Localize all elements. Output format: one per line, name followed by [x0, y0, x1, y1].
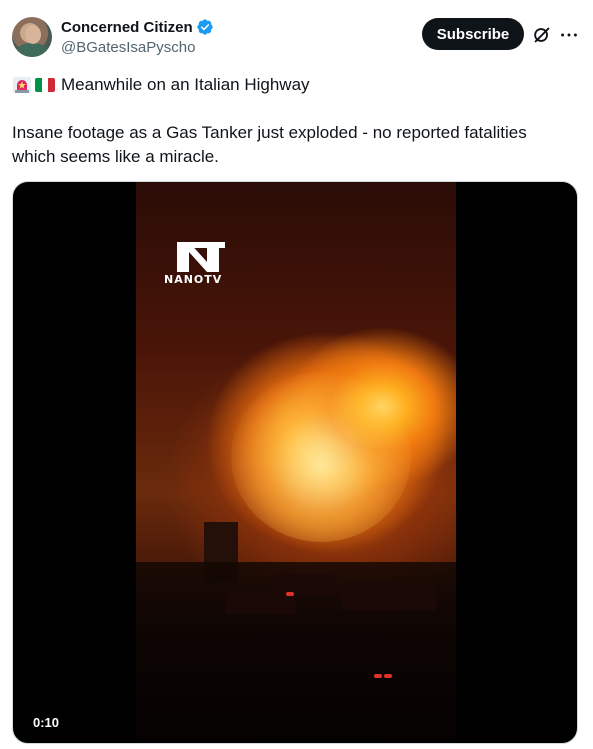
grok-icon[interactable] — [531, 24, 553, 46]
nanotv-label: NANOTV — [164, 273, 223, 286]
video-frame[interactable]: NANOTV — [136, 182, 456, 743]
fireball — [231, 372, 411, 542]
video-player[interactable]: NANOTV 0:10 — [12, 181, 578, 744]
verified-badge-icon — [197, 19, 213, 35]
author-name-row: Concerned Citizen — [61, 18, 214, 36]
author-name[interactable]: Concerned Citizen — [61, 19, 193, 36]
post-header: Concerned Citizen @BGatesIsaPyscho Subsc… — [0, 0, 593, 70]
avatar[interactable] — [12, 17, 52, 57]
more-icon[interactable] — [558, 24, 580, 46]
headline-text: Meanwhile on an Italian Highway — [61, 75, 310, 94]
siren-emoji — [13, 77, 31, 93]
post-body-text: Insane footage as a Gas Tanker just expl… — [12, 123, 527, 166]
subscribe-button[interactable]: Subscribe — [422, 18, 524, 50]
video-duration: 0:10 — [33, 715, 60, 730]
italy-flag-emoji — [35, 78, 55, 92]
highway-traffic — [136, 562, 456, 743]
post-headline: Meanwhile on an Italian Highway — [12, 74, 310, 96]
author-handle[interactable]: @BGatesIsaPyscho — [61, 39, 195, 56]
